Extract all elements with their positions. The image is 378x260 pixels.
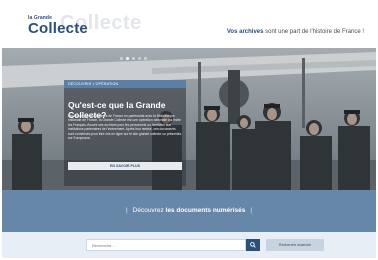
search-band: Recherche avancée [2,232,376,258]
band-separator-left: | [125,207,128,214]
carousel-dot[interactable] [138,57,141,60]
band-separator-right: | [250,207,253,214]
advanced-search-button[interactable]: Recherche avancée [266,239,324,251]
band-prefix: Découvrez [132,207,166,214]
hero-tag: DÉCOUVRIR L'OPÉRATION [64,80,186,88]
carousel-dot[interactable] [132,57,135,60]
search-input[interactable] [86,239,246,251]
carousel-dot-active[interactable] [126,57,129,60]
logo-text[interactable]: Collecte [28,20,88,37]
page: Collecte la Grande Collecte Vos archives… [2,2,376,258]
header-tagline: Vos archives sont une part de l'histoire… [227,29,364,35]
carousel-dot[interactable] [144,57,147,60]
search-icon [250,242,256,248]
discover-link[interactable]: | Découvrez les documents numérisés | [2,207,376,214]
learn-more-button[interactable]: EN SAVOIR PLUS [68,162,182,170]
carousel-dots [120,57,147,60]
search-button[interactable] [246,239,260,251]
tagline-rest: sont une part de l'histoire de France ! [263,29,364,35]
carousel-dot[interactable] [120,57,123,60]
tagline-bold: Vos archives [226,29,264,35]
hero-carousel: DÉCOUVRIR L'OPÉRATION Qu'est-ce que la G… [2,48,376,190]
hero-photo [2,48,376,190]
band-bold: les documents numérisés [165,207,246,214]
hero-description: Organisée par les Archives de France en … [68,114,182,141]
site-header: Collecte la Grande Collecte Vos archives… [2,2,376,48]
discover-band: | Découvrez les documents numérisés | [2,190,376,232]
